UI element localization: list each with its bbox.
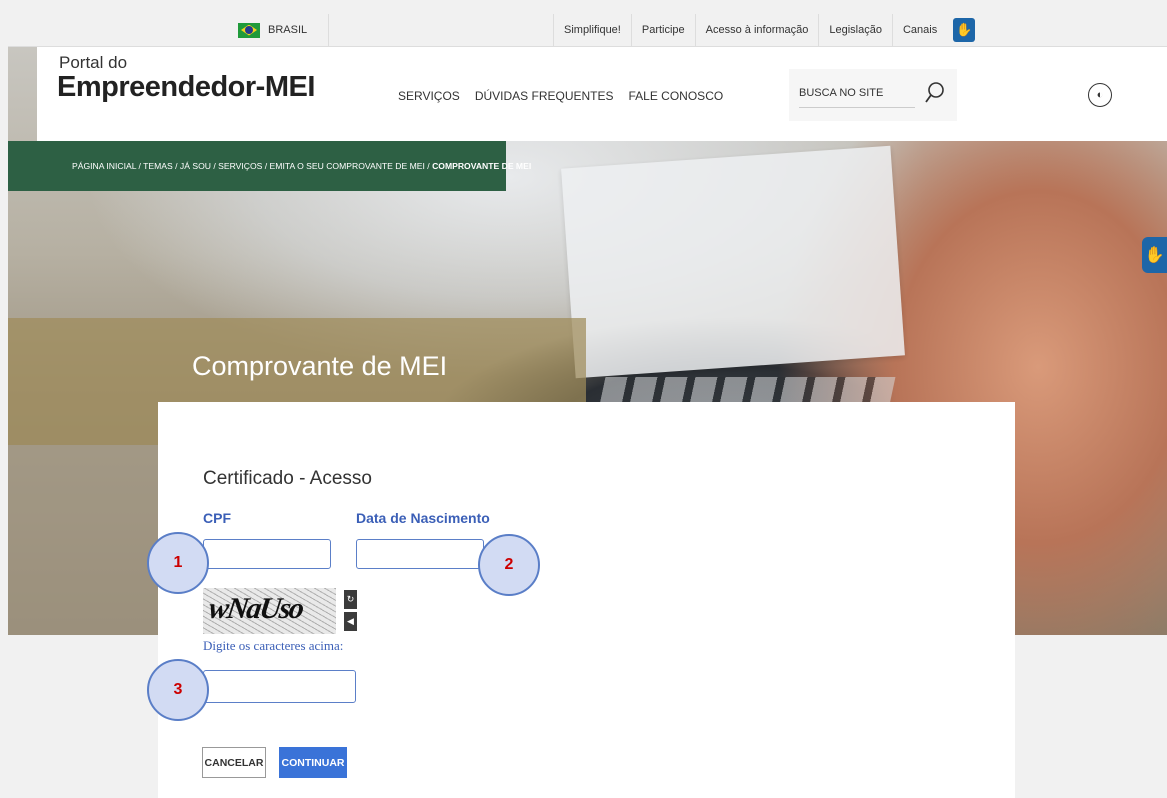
annotation-bubble-1: 1	[147, 532, 209, 594]
govbar-link-simplifique[interactable]: Simplifique!	[553, 14, 631, 46]
search-icon[interactable]	[923, 81, 947, 105]
audio-captcha-icon[interactable]: ◀	[344, 612, 357, 631]
breadcrumb: PÁGINA INICIAL / TEMAS / JÁ SOU / SERVIÇ…	[8, 141, 531, 191]
cpf-label: CPF	[203, 510, 231, 526]
cpf-input[interactable]	[203, 539, 331, 569]
govbar-link-canais[interactable]: Canais	[891, 14, 947, 46]
logo-top-text[interactable]: Portal do	[59, 53, 127, 73]
govbar-link-acesso-informacao[interactable]: Acesso à informação	[694, 14, 819, 46]
hero-left-band	[8, 445, 158, 635]
main-nav: SERVIÇOS DÚVIDAS FREQUENTES FALE CONOSCO	[398, 89, 723, 103]
dob-label: Data de Nascimento	[356, 510, 490, 526]
form-title: Certificado - Acesso	[203, 468, 372, 489]
captcha-hint: Digite os caracteres acima:	[203, 638, 344, 653]
continue-button[interactable]: CONTINUAR	[279, 747, 347, 778]
form-card: Certificado - Acesso CPF Data de Nascime…	[158, 402, 1015, 798]
brasil-link[interactable]: BRASIL	[238, 14, 329, 46]
contrast-icon[interactable]: ◐	[1088, 83, 1112, 107]
annotation-bubble-3: 3	[147, 659, 209, 721]
refresh-captcha-icon[interactable]: ↻	[344, 590, 357, 609]
search-box	[789, 69, 957, 121]
govbar-link-participe[interactable]: Participe	[630, 14, 695, 46]
captcha-image: wNaUso	[203, 588, 336, 634]
breadcrumb-path[interactable]: PÁGINA INICIAL / TEMAS / JÁ SOU / SERVIÇ…	[72, 161, 432, 171]
site-header: Portal do Empreendedor-MEI SERVIÇOS DÚVI…	[37, 47, 1167, 141]
breadcrumb-current: COMPROVANTE DE MEI	[432, 161, 532, 171]
annotation-bubble-2: 2	[478, 534, 540, 596]
gov-bar: BRASIL Simplifique! Participe Acesso à i…	[8, 14, 1167, 47]
brazil-flag-icon	[238, 22, 260, 38]
nav-item-fale-conosco[interactable]: FALE CONOSCO	[629, 89, 724, 103]
brasil-label: BRASIL	[268, 24, 308, 36]
hero-paper-decoration	[561, 145, 905, 379]
captcha-noise	[203, 588, 336, 634]
nav-item-servicos[interactable]: SERVIÇOS	[398, 89, 460, 103]
captcha-input[interactable]	[203, 670, 356, 703]
logo-main-text[interactable]: Empreendedor-MEI	[57, 71, 315, 104]
cancel-button[interactable]: CANCELAR	[202, 747, 266, 778]
search-input[interactable]	[799, 79, 915, 108]
hand-sign-icon[interactable]: ✋	[953, 18, 976, 42]
gov-links: Simplifique! Participe Acesso à informaç…	[553, 14, 976, 46]
page-title: Comprovante de MEI	[192, 351, 448, 381]
govbar-link-legislacao[interactable]: Legislação	[818, 14, 892, 46]
vlibras-hand-icon[interactable]: ✋	[1142, 237, 1167, 273]
nav-item-duvidas-frequentes[interactable]: DÚVIDAS FREQUENTES	[475, 89, 614, 103]
dob-input[interactable]	[356, 539, 484, 569]
